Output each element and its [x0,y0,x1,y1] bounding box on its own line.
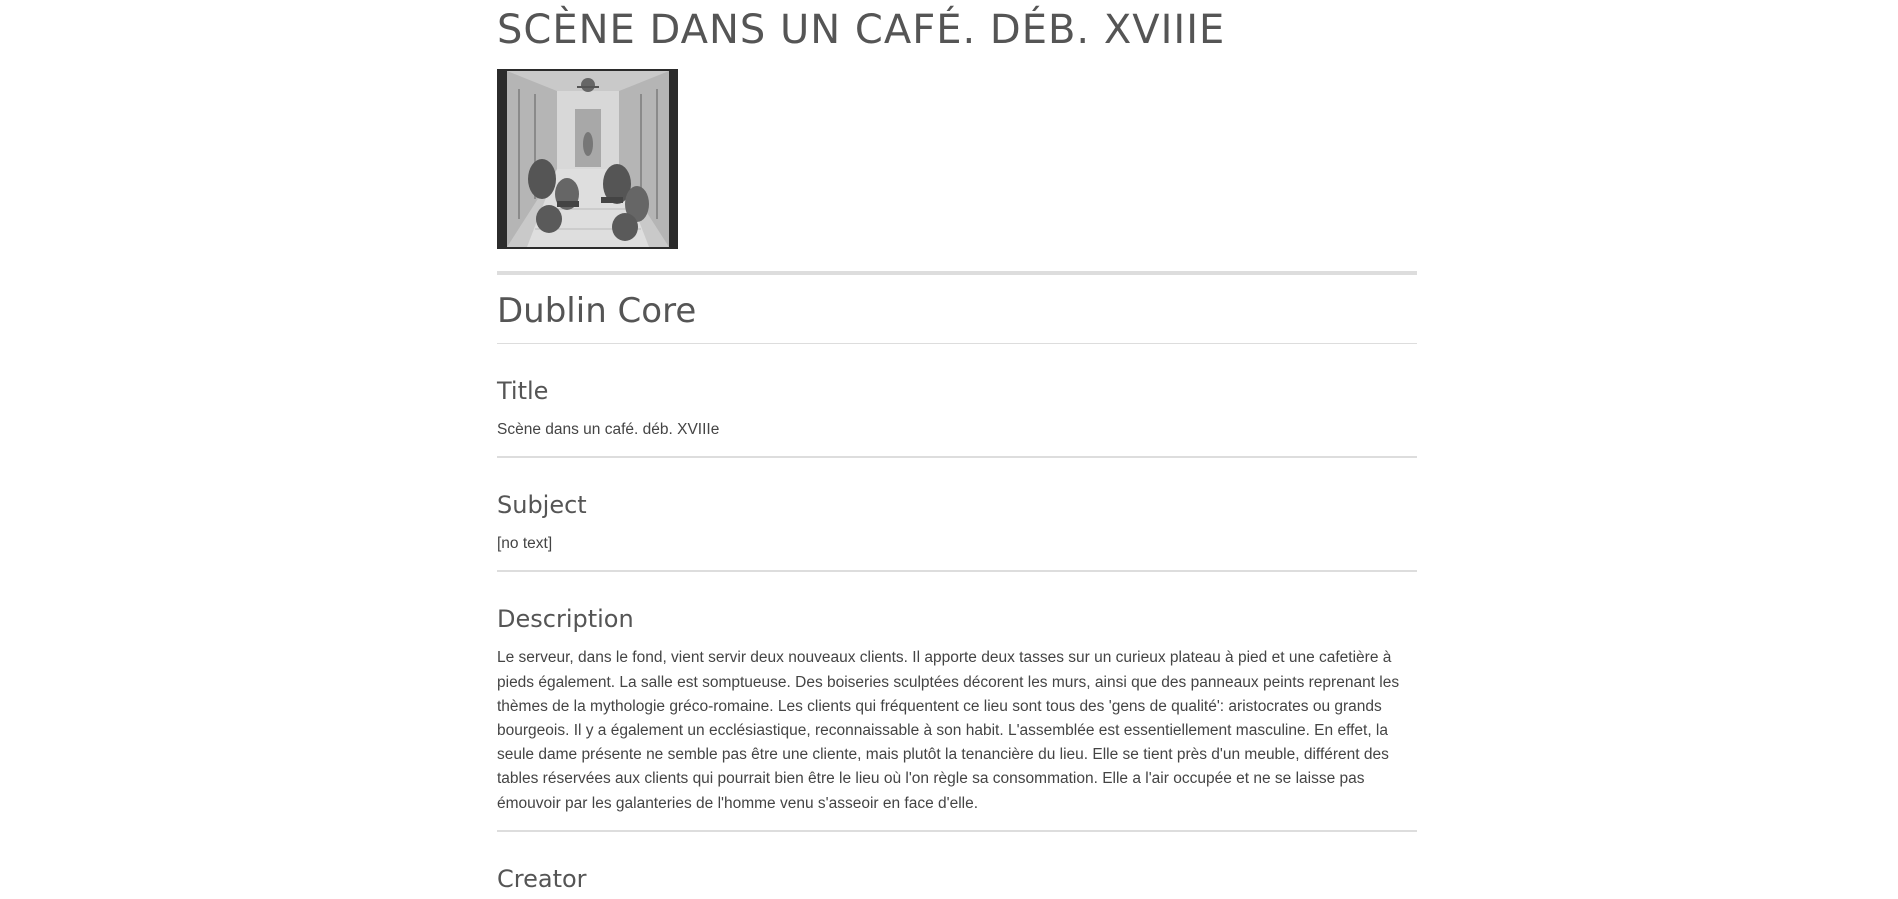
element-title-label: Title [497,377,549,405]
element-title-value: Scène dans un café. déb. XVIIIe [497,421,720,438]
page: SCÈNE DANS UN CAFÉ. DÉB. XVIIIE Dublin C… [0,0,1898,899]
engraving-thumbnail-image [497,69,678,249]
element-creator: Creator [497,832,1417,894]
element-subject: Subject [no text] [497,458,1417,573]
item-thumbnail-link[interactable] [497,69,678,249]
element-subject-label: Subject [497,491,587,520]
item-content: SCÈNE DANS UN CAFÉ. DÉB. XVIIIE Dublin C… [497,0,1417,894]
element-subject-value: [no text] [497,535,553,553]
section-title: Dublin Core [497,291,697,331]
element-description: Description Le serveur, dans le fond, vi… [497,572,1417,832]
element-description-label: Description [497,605,634,634]
element-creator-label: Creator [497,864,587,893]
element-description-value: Le serveur, dans le fond, vient servir d… [497,649,1400,812]
item-title: SCÈNE DANS UN CAFÉ. DÉB. XVIIIE [497,7,1226,53]
element-title: Title Scène dans un café. déb. XVIIIe [497,344,1417,459]
